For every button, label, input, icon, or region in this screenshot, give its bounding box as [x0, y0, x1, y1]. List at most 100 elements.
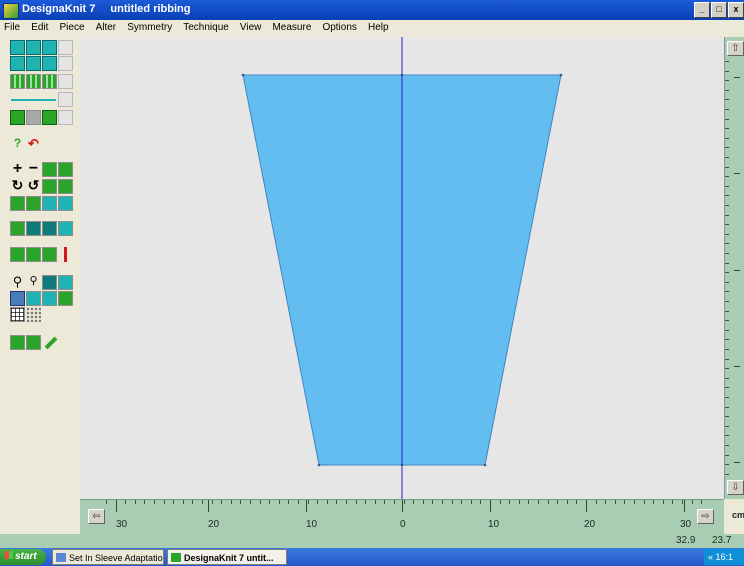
system-tray-clock[interactable]: « 16:1 [704, 549, 744, 565]
ruler-tick [288, 500, 289, 504]
ruler-tick [663, 500, 664, 504]
menu-piece[interactable]: Piece [55, 20, 88, 33]
vertex-point[interactable] [317, 463, 321, 467]
pan-icon[interactable] [58, 275, 73, 290]
add-point-icon[interactable]: + [10, 161, 25, 177]
insert-column-icon[interactable] [58, 162, 73, 177]
vertex-point[interactable] [559, 73, 563, 77]
zoom-out-icon[interactable]: ⚲ [26, 275, 41, 290]
ruler-tick [269, 500, 270, 504]
v-neck-icon[interactable] [26, 56, 41, 71]
rotate-right-icon[interactable]: ↻ [10, 178, 25, 194]
needle-icon[interactable] [58, 247, 73, 262]
mirror-horizontal-icon[interactable] [26, 196, 41, 211]
taskbar-item-sleeve-adaptation[interactable]: Set In Sleeve Adaptation... [52, 549, 164, 565]
grid-icon[interactable] [10, 307, 25, 322]
menu-help[interactable]: Help [364, 20, 393, 33]
select-pointer-icon[interactable] [10, 291, 25, 306]
yarn-icon[interactable] [10, 247, 25, 262]
scroll-right-button[interactable]: ⇨ [697, 509, 714, 524]
yarn-strands-icon[interactable] [26, 247, 41, 262]
menu-view[interactable]: View [236, 20, 266, 33]
fit-view-icon[interactable] [42, 275, 57, 290]
ruler-tick [173, 500, 174, 504]
disabled-shape-icon[interactable] [58, 40, 73, 55]
ruler-major-tick [684, 500, 685, 512]
vertex-point[interactable] [241, 73, 245, 77]
drawing-canvas[interactable] [80, 37, 724, 499]
remove-point-icon[interactable]: − [26, 161, 41, 177]
measure-ruler-icon[interactable] [10, 92, 57, 107]
ruler-tick [725, 349, 729, 350]
export-icon[interactable] [42, 110, 57, 125]
dot-grid-icon[interactable] [26, 307, 41, 322]
sweater-shape-icon[interactable] [10, 40, 25, 55]
ruler-tick [221, 500, 222, 504]
move-row-icon[interactable] [42, 179, 57, 194]
menu-technique[interactable]: Technique [179, 20, 233, 33]
printer-icon[interactable] [26, 110, 41, 125]
scroll-left-button[interactable]: ⇦ [88, 509, 105, 524]
minimize-button[interactable]: _ [694, 2, 710, 18]
ruler-tick [725, 339, 729, 340]
view-single-icon[interactable] [10, 221, 25, 236]
rotate-left-icon[interactable]: ↺ [26, 178, 41, 194]
disabled-collar-icon[interactable] [58, 56, 73, 71]
start-button[interactable]: start [0, 549, 46, 565]
stitch-pattern-icon[interactable] [10, 74, 25, 89]
pour-icon[interactable] [26, 335, 41, 350]
view-double-icon[interactable] [26, 221, 41, 236]
menu-alter[interactable]: Alter [92, 20, 121, 33]
menu-edit[interactable]: Edit [27, 20, 52, 33]
undo-icon[interactable]: ↶ [26, 137, 41, 152]
collar-icon[interactable] [42, 56, 57, 71]
menu-measure[interactable]: Measure [268, 20, 315, 33]
stitch-pattern-2-icon[interactable] [26, 74, 41, 89]
view-grid-icon[interactable] [58, 221, 73, 236]
disabled-ruler-icon[interactable] [58, 92, 73, 107]
vertex-point[interactable] [400, 73, 404, 77]
vest-shape-icon[interactable] [26, 40, 41, 55]
mirror-vertical-icon[interactable] [10, 196, 25, 211]
window-icon [56, 553, 66, 562]
steps-icon[interactable] [58, 291, 73, 306]
ruler-tick [509, 500, 510, 504]
select-piece-icon[interactable] [26, 291, 41, 306]
scroll-down-button[interactable]: ⇩ [727, 480, 744, 495]
ruler-major-tick [208, 500, 209, 512]
view-stitch-icon[interactable] [42, 221, 57, 236]
neckline-icon[interactable] [10, 56, 25, 71]
yarn-cross-icon[interactable] [42, 247, 57, 262]
snowflake-symmetry-icon[interactable] [58, 196, 73, 211]
zoom-in-icon[interactable]: ⚲ [10, 275, 25, 290]
menu-options[interactable]: Options [318, 20, 360, 33]
ruler-tick [375, 500, 376, 504]
ruler-tick [725, 291, 729, 292]
move-column-icon[interactable] [58, 179, 73, 194]
maximize-button[interactable]: □ [711, 2, 727, 18]
ruler-tick [279, 500, 280, 504]
insert-row-icon[interactable] [42, 162, 57, 177]
chart-icon[interactable] [10, 335, 25, 350]
ruler-tick [725, 186, 729, 187]
select-shape-icon[interactable] [42, 291, 57, 306]
skirt-shape-icon[interactable] [42, 40, 57, 55]
taskbar-item-designaknit[interactable]: DesignaKnit 7 untit... [167, 549, 287, 565]
close-button[interactable]: x [728, 2, 744, 18]
status-width-value: 32.9 [676, 535, 696, 546]
vertex-point[interactable] [483, 463, 487, 467]
scroll-up-button[interactable]: ⇧ [727, 41, 744, 56]
task-label: Set In Sleeve Adaptation... [69, 553, 163, 563]
knitting-machine-icon[interactable] [10, 110, 25, 125]
disabled-pattern-icon[interactable] [58, 74, 73, 89]
stitch-pattern-3-icon[interactable] [42, 74, 57, 89]
pencil-icon[interactable] [42, 335, 58, 350]
disabled-export-icon[interactable] [58, 110, 73, 125]
app-icon[interactable] [3, 3, 19, 19]
menu-symmetry[interactable]: Symmetry [123, 20, 176, 33]
ruler-tick [644, 500, 645, 504]
flip-icon[interactable] [42, 196, 57, 211]
vertex-point[interactable] [400, 463, 404, 467]
menu-file[interactable]: File [0, 20, 24, 33]
help-icon[interactable]: ? [10, 137, 25, 152]
